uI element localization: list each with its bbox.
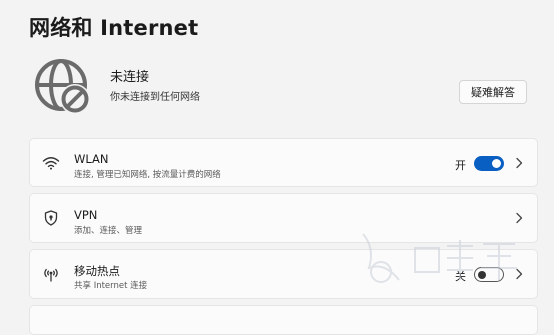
mobile-hotspot-description: 共享 Internet 连接 (74, 281, 148, 291)
wlan-card[interactable]: WLAN 连接, 管理已知网络, 按流量计费的网络 开 (29, 138, 538, 187)
connection-status-subtitle: 你未连接到任何网络 (110, 92, 200, 103)
wlan-toggle[interactable] (474, 156, 504, 171)
toggle-knob (492, 159, 501, 168)
vpn-shield-icon (42, 209, 60, 227)
vpn-description: 添加、连接、管理 (74, 226, 143, 236)
chevron-right-icon (516, 157, 523, 168)
wlan-toggle-label: 开 (455, 159, 466, 172)
connection-status-title: 未连接 (110, 70, 150, 85)
next-settings-card[interactable] (29, 305, 538, 335)
chevron-right-icon (516, 212, 523, 224)
wlan-title: WLAN (74, 152, 109, 166)
watermark-logo (362, 233, 517, 283)
page-title: 网络和 Internet (29, 16, 199, 40)
wlan-description: 连接, 管理已知网络, 按流量计费的网络 (74, 170, 221, 180)
globe-disconnected-icon (35, 59, 90, 114)
wifi-icon (42, 154, 60, 172)
vpn-title: VPN (74, 208, 98, 222)
troubleshoot-button[interactable]: 疑难解答 (459, 80, 527, 104)
mobile-hotspot-title: 移动热点 (74, 264, 120, 278)
hotspot-icon (42, 265, 60, 283)
